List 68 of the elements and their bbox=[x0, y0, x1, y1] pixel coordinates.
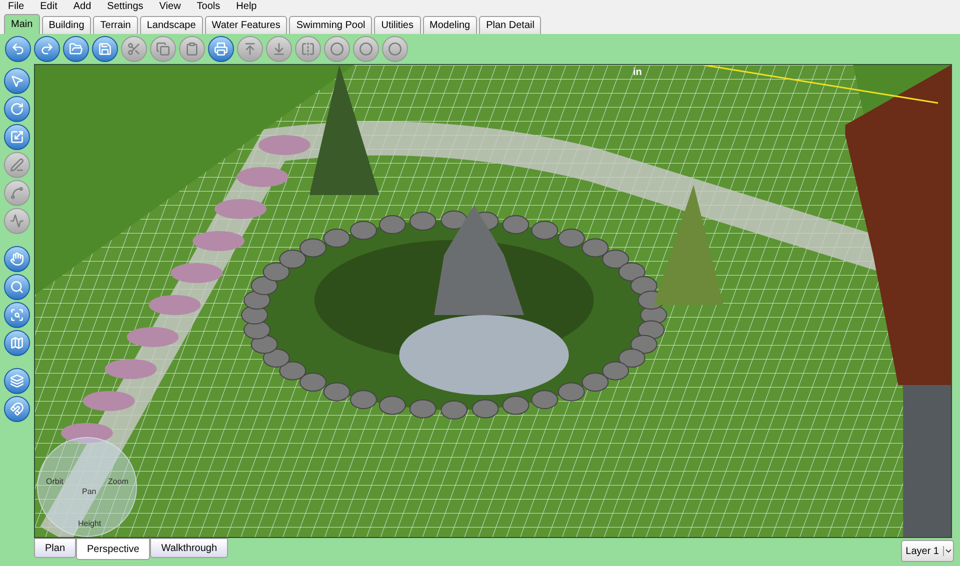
pan-label: Pan bbox=[82, 486, 96, 498]
terrain-icon bbox=[10, 374, 24, 388]
ribbon-tab[interactable]: Terrain bbox=[93, 16, 138, 34]
tool-button[interactable] bbox=[4, 396, 30, 422]
tool-button[interactable] bbox=[4, 124, 30, 150]
layer-dropdown[interactable]: Layer 1 bbox=[900, 540, 954, 562]
ribbon-tab[interactable]: Plan Detail bbox=[479, 16, 542, 34]
menu-item[interactable]: Tools bbox=[196, 0, 220, 14]
folder-icon bbox=[69, 42, 83, 56]
height-label: Height bbox=[78, 518, 102, 530]
view-tab[interactable]: Perspective bbox=[76, 538, 150, 560]
ribbon-tab[interactable]: Modeling bbox=[422, 16, 478, 34]
caret-icon bbox=[943, 546, 953, 556]
tool-button[interactable] bbox=[63, 36, 89, 62]
printer-icon bbox=[214, 42, 228, 56]
tool-button[interactable] bbox=[4, 96, 30, 122]
circle-icon bbox=[330, 42, 344, 56]
tool-button[interactable] bbox=[208, 36, 234, 62]
ribbon-tab[interactable]: Swimming Pool bbox=[289, 16, 372, 34]
orbit-label: Orbit bbox=[46, 476, 64, 488]
ribbon-tab[interactable]: Landscape bbox=[140, 16, 203, 34]
arrow-up-icon bbox=[243, 42, 257, 56]
undo-icon bbox=[11, 42, 25, 56]
arrow-down-icon bbox=[272, 42, 286, 56]
tool-button[interactable] bbox=[4, 246, 30, 272]
clipboard-icon bbox=[185, 42, 199, 56]
view-tab[interactable]: Walkthrough bbox=[150, 538, 228, 558]
menu-item[interactable]: Settings bbox=[107, 0, 144, 14]
menu-item[interactable]: Help bbox=[236, 0, 257, 14]
tool-button[interactable] bbox=[34, 36, 60, 62]
menu-item[interactable]: Edit bbox=[40, 0, 58, 14]
resize-icon bbox=[10, 130, 24, 144]
menu-item[interactable]: View bbox=[159, 0, 181, 14]
rotate-icon bbox=[10, 102, 24, 116]
circle-icon bbox=[359, 42, 373, 56]
mirror-icon bbox=[301, 42, 315, 56]
3d-viewport[interactable]: in Orbit Pan Zoom Height bbox=[34, 64, 952, 538]
tool-button[interactable] bbox=[5, 36, 31, 62]
redo-icon bbox=[40, 42, 54, 56]
tool-button[interactable] bbox=[4, 274, 30, 300]
navigation-control[interactable]: Orbit Pan Zoom Height bbox=[37, 437, 137, 537]
save-icon bbox=[98, 42, 112, 56]
tool-button[interactable] bbox=[4, 368, 30, 394]
tool-button[interactable] bbox=[4, 330, 30, 356]
scissors-icon bbox=[127, 42, 141, 56]
ribbon-tab[interactable]: Building bbox=[42, 16, 92, 34]
curve-icon bbox=[10, 186, 24, 200]
view-tab[interactable]: Plan bbox=[34, 538, 76, 558]
tool-button[interactable] bbox=[4, 302, 30, 328]
copy-icon bbox=[156, 42, 170, 56]
circle-icon bbox=[388, 42, 402, 56]
ribbon-tab[interactable]: Utilities bbox=[374, 16, 420, 34]
measurement-label: in bbox=[633, 66, 642, 80]
pen-icon bbox=[10, 158, 24, 172]
ribbon-tab[interactable]: Water Features bbox=[204, 16, 288, 34]
pointer-icon bbox=[10, 74, 24, 88]
search-icon bbox=[10, 280, 24, 294]
polyline-icon bbox=[10, 214, 24, 228]
zoom-label: Zoom bbox=[108, 476, 128, 488]
hand-icon bbox=[10, 252, 24, 266]
map-icon bbox=[10, 336, 24, 350]
menu-item[interactable]: File bbox=[8, 0, 24, 14]
menu-item[interactable]: Add bbox=[73, 0, 92, 14]
ribbon-tab[interactable]: Main bbox=[4, 14, 40, 34]
zoom-fit-icon bbox=[10, 308, 24, 322]
tool-button[interactable] bbox=[92, 36, 118, 62]
tool-button[interactable] bbox=[4, 68, 30, 94]
magnet-icon bbox=[10, 402, 24, 416]
